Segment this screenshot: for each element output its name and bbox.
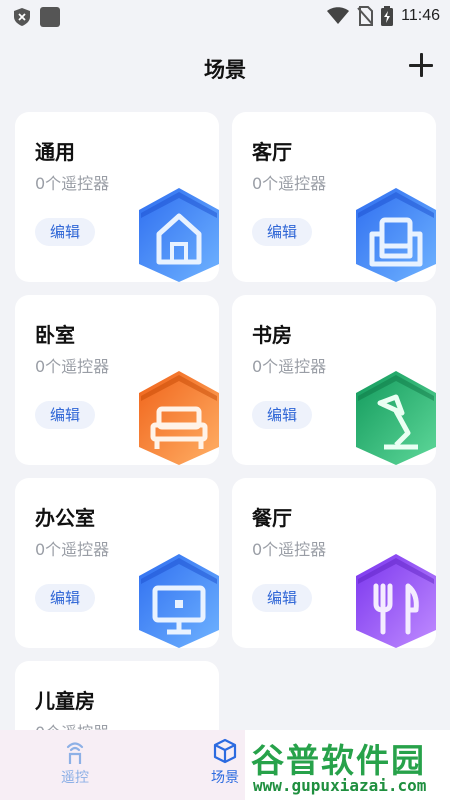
remote-count: 0个遥控器	[252, 174, 327, 193]
remote-count: 0个遥控器	[252, 540, 327, 559]
edit-button[interactable]: 编辑	[35, 401, 95, 429]
add-scene-button[interactable]	[406, 50, 436, 80]
edit-button[interactable]: 编辑	[35, 584, 95, 612]
shield-icon	[14, 8, 30, 26]
scene-name: 书房	[252, 323, 292, 347]
fork-knife-icon	[356, 554, 436, 648]
battery-icon	[381, 6, 394, 26]
edit-button[interactable]: 编辑	[252, 584, 312, 612]
scene-card-study[interactable]: 书房 0个遥控器 编辑	[232, 295, 436, 465]
scene-card-living-room[interactable]: 客厅 0个遥控器 编辑	[232, 112, 436, 282]
nav-item-remote[interactable]: 遥控	[45, 738, 105, 787]
scene-name: 客厅	[252, 140, 292, 164]
sofa-icon	[356, 188, 436, 282]
wifi-icon	[327, 7, 350, 24]
remote-count: 0个遥控器	[35, 540, 110, 559]
notification-icon	[40, 7, 60, 27]
status-right: 11:46	[327, 6, 440, 26]
edit-button[interactable]: 编辑	[35, 218, 95, 246]
home-icon	[139, 188, 219, 282]
remote-count: 0个遥控器	[35, 357, 110, 376]
bed-icon	[139, 371, 219, 465]
clock: 11:46	[401, 7, 440, 24]
lamp-icon	[356, 371, 436, 465]
edit-button[interactable]: 编辑	[252, 401, 312, 429]
edit-button[interactable]: 编辑	[252, 218, 312, 246]
scene-card-office[interactable]: 办公室 0个遥控器 编辑	[15, 478, 219, 648]
scene-card-general[interactable]: 通用 0个遥控器 编辑	[15, 112, 219, 282]
remote-count: 0个遥控器	[35, 174, 110, 193]
watermark-url: www.gupuxiazai.com	[253, 776, 427, 795]
watermark-title: 谷普软件园	[251, 741, 426, 780]
status-left	[14, 7, 60, 27]
scene-name: 儿童房	[35, 689, 95, 713]
remote-icon	[66, 742, 84, 764]
scene-name: 办公室	[35, 506, 95, 530]
no-sim-icon	[357, 6, 374, 26]
scene-name: 餐厅	[252, 506, 292, 530]
watermark: 谷普软件园 www.gupuxiazai.com	[245, 730, 450, 800]
monitor-icon	[139, 554, 219, 648]
status-bar: 11:46	[0, 0, 450, 32]
remote-count: 0个遥控器	[252, 357, 327, 376]
scene-card-dining-room[interactable]: 餐厅 0个遥控器 编辑	[232, 478, 436, 648]
cube-icon	[213, 738, 237, 764]
page-title: 场景	[204, 58, 246, 82]
scene-card-bedroom[interactable]: 卧室 0个遥控器 编辑	[15, 295, 219, 465]
scene-name: 卧室	[35, 323, 75, 347]
nav-label: 遥控	[61, 770, 89, 786]
scene-name: 通用	[35, 140, 75, 164]
header: 场景	[0, 44, 450, 90]
